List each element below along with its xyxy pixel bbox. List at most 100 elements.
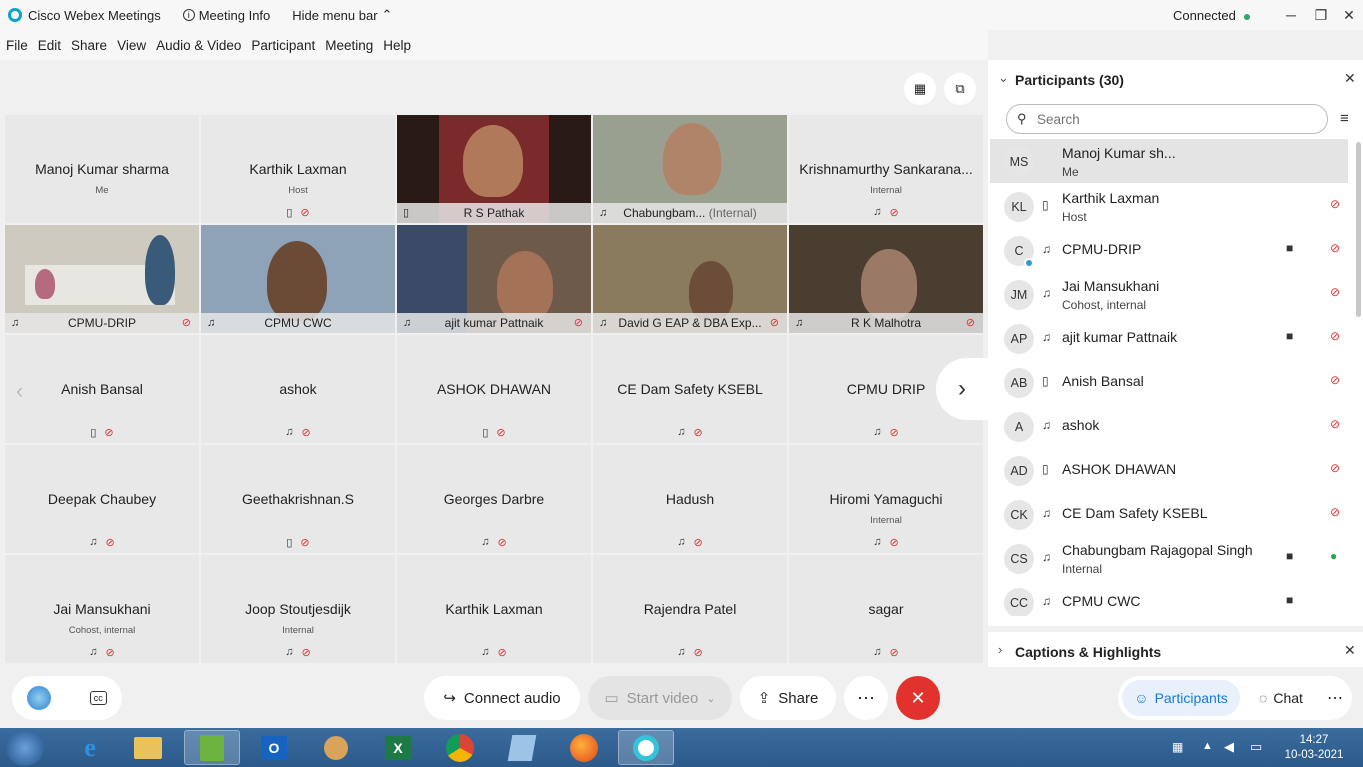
participant-row[interactable]: CK ♫ CE Dam Safety KSEBL ⊘ [990, 492, 1348, 536]
menu-meeting[interactable]: Meeting [325, 38, 373, 53]
notes-icon[interactable] [494, 730, 550, 765]
close-window-icon[interactable]: ✕ [1340, 6, 1358, 24]
mic-muted-icon[interactable]: ⊘ [1330, 417, 1340, 431]
search-input[interactable] [1037, 110, 1317, 128]
volume-icon[interactable]: ◀ [1224, 739, 1234, 755]
close-captions-icon[interactable]: ✕ [1344, 642, 1356, 659]
participant-video-tile[interactable]: ♫ David G EAP & DBA Exp... ⊘ [593, 225, 787, 333]
person-icon: ☺ [1134, 690, 1149, 706]
tray-expand-icon[interactable]: ▲ [1202, 740, 1213, 752]
mic-muted-icon[interactable]: ⊘ [1330, 329, 1340, 343]
more-panels-icon[interactable]: ⋯ [1322, 680, 1348, 716]
participant-row[interactable]: AB ▯ Anish Bansal ⊘ [990, 360, 1348, 404]
phone-icon: ▯ [286, 207, 293, 219]
mic-on-icon[interactable]: ● [1330, 549, 1337, 563]
participant-tile[interactable]: Karthik Laxman Host ▯ ⊘ [201, 115, 395, 223]
participant-video-tile[interactable]: ▯ R S Pathak [397, 115, 591, 223]
menu-edit[interactable]: Edit [38, 38, 61, 53]
mic-muted-icon[interactable]: ⊘ [1330, 241, 1340, 255]
mic-muted-icon[interactable]: ⊘ [1330, 285, 1340, 299]
search-field[interactable]: ⚲ [1006, 104, 1328, 134]
connect-audio-button[interactable]: ↪ Connect audio [424, 676, 580, 720]
captions-section[interactable]: › Captions & Highlights ✕ [988, 626, 1363, 667]
menu-participant[interactable]: Participant [251, 38, 315, 53]
participants-toggle-button[interactable]: ☺ Participants [1122, 680, 1240, 716]
firefox-icon[interactable] [556, 730, 612, 765]
participant-tile[interactable]: ASHOK DHAWAN ▯ ⊘ [397, 335, 591, 443]
headset-icon: ♫ [677, 646, 686, 658]
participant-tile[interactable]: Karthik Laxman ♫ ⊘ [397, 555, 591, 663]
participant-tile[interactable]: Jai Mansukhani Cohost, internal ♫ ⊘ [5, 555, 199, 663]
participant-tile[interactable]: Hiromi Yamaguchi Internal ♫ ⊘ [789, 445, 983, 553]
hide-menu-bar-button[interactable]: Hide menu bar ⌃ [292, 7, 392, 23]
participant-video-tile[interactable]: ♫ R K Malhotra ⊘ [789, 225, 983, 333]
closed-captions-icon[interactable]: cc [89, 691, 107, 705]
participant-tile[interactable]: Anish Bansal ▯ ⊘ [5, 335, 199, 443]
share-button[interactable]: ⇪ Share [740, 676, 836, 720]
webex-taskbar-icon[interactable] [618, 730, 674, 765]
participant-row[interactable]: AD ▯ ASHOK DHAWAN ⊘ [990, 448, 1348, 492]
prev-page-icon[interactable]: ‹ [16, 378, 23, 404]
minimize-icon[interactable]: ─ [1282, 6, 1300, 24]
participant-row[interactable]: AP ♫ ajit kumar Pattnaik ■ ⊘ [990, 316, 1348, 360]
participant-row[interactable]: CS ♫ Chabungbam Rajagopal Singh Internal… [990, 536, 1348, 580]
menu-view[interactable]: View [117, 38, 146, 53]
participant-tile[interactable]: Manoj Kumar sharma Me [5, 115, 199, 223]
grid-layout-icon[interactable]: ▦ [904, 73, 936, 105]
mic-muted-icon[interactable]: ⊘ [1330, 505, 1340, 519]
sort-icon[interactable]: ≡ [1340, 110, 1349, 127]
participant-video-tile[interactable]: ♫ ajit kumar Pattnaik ⊘ [397, 225, 591, 333]
start-video-button[interactable]: ▭ Start video ⌄ [588, 676, 732, 720]
participant-row[interactable]: JM ♫ Jai Mansukhani Cohost, internal ⊘ [990, 272, 1348, 316]
participant-tile[interactable]: Krishnamurthy Sankarana... Internal ♫ ⊘ [789, 115, 983, 223]
clock[interactable]: 14:27 10-03-2021 [1272, 733, 1356, 763]
start-button[interactable] [6, 730, 44, 766]
more-options-button[interactable]: ⋯ [844, 676, 888, 720]
close-panel-icon[interactable]: ✕ [1344, 70, 1356, 87]
menu-file[interactable]: File [6, 38, 28, 53]
participant-video-tile[interactable]: ♫ Chabungbam... (Internal) [593, 115, 787, 223]
action-center-icon[interactable]: ▭ [1250, 739, 1262, 755]
participant-row[interactable]: A ♫ ashok ⊘ [990, 404, 1348, 448]
participant-tile[interactable]: CE Dam Safety KSEBL ♫ ⊘ [593, 335, 787, 443]
mic-muted-icon[interactable]: ⊘ [1330, 461, 1340, 475]
chat-toggle-button[interactable]: ◌ Chat [1246, 680, 1316, 716]
taskbar-app-icon[interactable] [184, 730, 240, 765]
mic-muted-icon[interactable]: ⊘ [1330, 373, 1340, 387]
ie-icon[interactable]: e [62, 730, 118, 765]
clock-time: 14:27 [1299, 734, 1329, 746]
menu-audio-video[interactable]: Audio & Video [156, 38, 241, 53]
outlook-icon[interactable]: O [246, 730, 302, 765]
participant-tile[interactable]: ashok ♫ ⊘ [201, 335, 395, 443]
participant-row[interactable]: MS Manoj Kumar sh... Me [990, 139, 1348, 183]
participant-tile[interactable]: Geethakrishnan.S ▯ ⊘ [201, 445, 395, 553]
popout-icon[interactable]: ⧉ [944, 73, 976, 105]
participant-tile[interactable]: sagar ♫ ⊘ [789, 555, 983, 663]
network-icon[interactable]: ▦ [1172, 740, 1183, 754]
file-explorer-icon[interactable] [120, 730, 176, 765]
participant-row[interactable]: KL ▯ Karthik Laxman Host ⊘ [990, 184, 1348, 228]
excel-icon[interactable]: X [370, 730, 426, 765]
panel-scrollbar[interactable] [1356, 142, 1361, 317]
participant-tile[interactable]: Joop Stoutjesdijk Internal ♫ ⊘ [201, 555, 395, 663]
paint-icon[interactable] [308, 730, 364, 765]
participant-video-tile[interactable]: ♫ CPMU-DRIP ⊘ [5, 225, 199, 333]
participant-row[interactable]: C ♫ CPMU-DRIP ■ ⊘ [990, 228, 1348, 272]
assistant-cc-group: cc [12, 676, 122, 720]
menu-share[interactable]: Share [71, 38, 107, 53]
webex-assistant-icon[interactable] [27, 686, 52, 710]
participant-tile[interactable]: Hadush ♫ ⊘ [593, 445, 787, 553]
end-meeting-button[interactable]: ✕ [896, 676, 940, 720]
chrome-icon[interactable] [432, 730, 488, 765]
headset-icon: ♫ [481, 646, 490, 658]
mic-muted-icon[interactable]: ⊘ [1330, 197, 1340, 211]
chevron-down-icon[interactable]: ⌄ [998, 70, 1009, 86]
meeting-info-button[interactable]: i Meeting Info [182, 8, 270, 23]
maximize-icon[interactable]: ❐ [1312, 6, 1330, 24]
menu-help[interactable]: Help [383, 38, 411, 53]
participant-tile[interactable]: Georges Darbre ♫ ⊘ [397, 445, 591, 553]
participant-tile[interactable]: Deepak Chaubey ♫ ⊘ [5, 445, 199, 553]
participant-video-tile[interactable]: ♫ CPMU CWC [201, 225, 395, 333]
participant-tile[interactable]: Rajendra Patel ♫ ⊘ [593, 555, 787, 663]
participant-row[interactable]: CC ♫ CPMU CWC ■ [990, 580, 1348, 616]
